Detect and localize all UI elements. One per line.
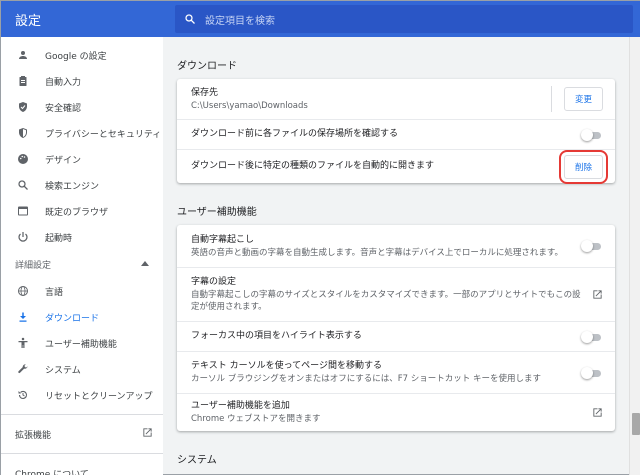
add-features-title: ユーザー補助機能を追加 <box>191 401 290 411</box>
shield-check-icon <box>1 101 45 113</box>
sidebar-advanced-toggle[interactable]: 詳細設定 <box>1 250 163 278</box>
accessibility-section-title: ユーザー補助機能 <box>177 207 257 218</box>
focus-highlight-toggle[interactable] <box>581 330 603 343</box>
advanced-label: 詳細設定 <box>15 260 52 271</box>
power-icon <box>1 231 45 243</box>
caption-settings-desc: 自動字幕起こしの字幕のサイズとスタイルをカスタマイズできます。一部のアプリとサイ… <box>191 290 581 312</box>
sidebar-item-privacy[interactable]: プライバシーとセキュリティ <box>1 120 163 146</box>
sidebar-item-label: プライバシーとセキュリティ <box>45 129 162 140</box>
change-location-button[interactable]: 変更 <box>563 87 603 111</box>
sidebar-item-on-startup[interactable]: 起動時 <box>1 224 163 250</box>
ask-location-label: ダウンロード前に各ファイルの保存場所を確認する <box>191 129 399 139</box>
caret-browsing-row[interactable]: テキスト カーソルを使ってページ間を移動する カーソル ブラウジングをオンまたは… <box>177 351 615 393</box>
sidebar-item-languages[interactable]: 言語 <box>1 278 163 304</box>
browser-icon <box>1 205 45 217</box>
sidebar-item-label: 言語 <box>45 287 64 298</box>
sidebar-item-safety-check[interactable]: 安全確認 <box>1 94 163 120</box>
scrollbar-thumb[interactable] <box>632 413 640 435</box>
live-caption-title: 自動字幕起こし <box>191 234 255 245</box>
caret-up-icon <box>141 259 149 269</box>
caret-browsing-desc: カーソル ブラウジングをオンまたはオフにするには、F7 ショートカット キーを使… <box>191 374 541 384</box>
top-bar: 設定 設定項目を検索 <box>1 1 640 37</box>
sidebar-item-accessibility[interactable]: ユーザー補助機能 <box>1 330 163 356</box>
clipboard-icon <box>1 75 45 87</box>
search-icon <box>1 179 45 191</box>
sidebar-item-about[interactable]: Chrome について <box>1 460 163 475</box>
sidebar-item-appearance[interactable]: デザイン <box>1 146 163 172</box>
sidebar-item-label: 既定のブラウザ <box>45 207 109 218</box>
sidebar-item-label: 自動入力 <box>45 77 82 88</box>
ask-location-toggle[interactable] <box>581 128 603 141</box>
sidebar-item-default-browser[interactable]: 既定のブラウザ <box>1 198 163 224</box>
search-icon <box>175 13 205 25</box>
external-link-icon <box>142 427 153 441</box>
caption-settings-title: 字幕の設定 <box>191 277 237 287</box>
add-accessibility-features-row[interactable]: ユーザー補助機能を追加 Chrome ウェブストアを開きます <box>177 393 615 431</box>
live-caption-row[interactable]: 自動字幕起こし 英語の音声と動画の字幕を自動生成します。音声と字幕はデバイス上で… <box>177 225 615 267</box>
auto-open-label: ダウンロード後に特定の種類のファイルを自動的に開きます <box>191 161 435 171</box>
sidebar-item-search-engine[interactable]: 検索エンジン <box>1 172 163 198</box>
sidebar-item-label: 安全確認 <box>45 103 82 114</box>
app-title: 設定 <box>15 13 42 29</box>
sidebar-item-label: 起動時 <box>45 233 73 244</box>
sidebar-divider <box>1 414 163 415</box>
sidebar-item-google[interactable]: Google の設定 <box>1 42 163 68</box>
sidebar: Google の設定 自動入力 安全確認 プライバシーとセキュリティ デザイン … <box>1 37 163 475</box>
sidebar-item-autofill[interactable]: 自動入力 <box>1 68 163 94</box>
row-separator <box>550 86 552 112</box>
scrollbar[interactable] <box>629 37 640 475</box>
person-icon <box>1 49 45 61</box>
sidebar-item-label: ダウンロード <box>45 313 100 324</box>
search-bar[interactable]: 設定項目を検索 <box>175 5 633 33</box>
downloads-section-title: ダウンロード <box>177 61 237 72</box>
caret-browsing-toggle[interactable] <box>581 366 603 379</box>
download-location-label: 保存先 <box>191 87 219 98</box>
sidebar-item-reset[interactable]: リセットとクリーンアップ <box>1 382 163 408</box>
accessibility-card: 自動字幕起こし 英語の音声と動画の字幕を自動生成します。音声と字幕はデバイス上で… <box>177 225 615 431</box>
history-icon <box>1 389 45 401</box>
palette-icon <box>1 153 45 165</box>
clear-auto-open-button[interactable]: 削除 <box>558 149 609 184</box>
download-icon <box>1 311 45 323</box>
sidebar-item-label: Google の設定 <box>45 51 107 62</box>
accessibility-icon <box>1 337 45 349</box>
live-caption-desc: 英語の音声と動画の字幕を自動生成します。音声と字幕はデバイス上でローカルに処理さ… <box>191 247 564 258</box>
auto-open-row: ダウンロード後に特定の種類のファイルを自動的に開きます 削除 <box>177 149 615 184</box>
caret-browsing-title: テキスト カーソルを使ってページ間を移動する <box>191 361 382 371</box>
sidebar-item-label: リセットとクリーンアップ <box>45 391 153 402</box>
focus-highlight-row[interactable]: フォーカス中の項目をハイライト表示する <box>177 321 615 351</box>
external-link-icon[interactable] <box>592 285 603 304</box>
downloads-card: 保存先 C:\Users\yamao\Downloads 変更 ダウンロード前に… <box>177 79 615 184</box>
sidebar-item-system[interactable]: システム <box>1 356 163 382</box>
add-features-desc: Chrome ウェブストアを開きます <box>191 414 321 424</box>
shield-icon <box>1 127 45 139</box>
extensions-label: 拡張機能 <box>15 430 52 441</box>
ask-location-row[interactable]: ダウンロード前に各ファイルの保存場所を確認する <box>177 119 615 149</box>
sidebar-item-extensions[interactable]: 拡張機能 <box>1 421 163 447</box>
caption-settings-row[interactable]: 字幕の設定 自動字幕起こしの字幕のサイズとスタイルをカスタマイズできます。一部の… <box>177 267 615 321</box>
live-caption-toggle[interactable] <box>581 240 603 252</box>
search-input[interactable]: 設定項目を検索 <box>205 12 275 27</box>
sidebar-item-label: デザイン <box>45 155 82 166</box>
sidebar-item-label: システム <box>45 365 81 376</box>
globe-icon <box>1 285 45 297</box>
sidebar-item-downloads[interactable]: ダウンロード <box>1 304 163 330</box>
system-section-title: システム <box>177 455 217 466</box>
download-location-row: 保存先 C:\Users\yamao\Downloads 変更 <box>177 79 615 119</box>
main-content: ダウンロード 保存先 C:\Users\yamao\Downloads 変更 ダ… <box>163 37 629 475</box>
sidebar-item-label: 検索エンジン <box>45 181 100 192</box>
focus-highlight-label: フォーカス中の項目をハイライト表示する <box>191 331 362 341</box>
sidebar-divider <box>1 453 163 454</box>
external-link-icon[interactable] <box>592 403 603 422</box>
wrench-icon <box>1 363 45 375</box>
sidebar-item-label: ユーザー補助機能 <box>45 339 117 350</box>
download-location-path: C:\Users\yamao\Downloads <box>191 100 308 111</box>
